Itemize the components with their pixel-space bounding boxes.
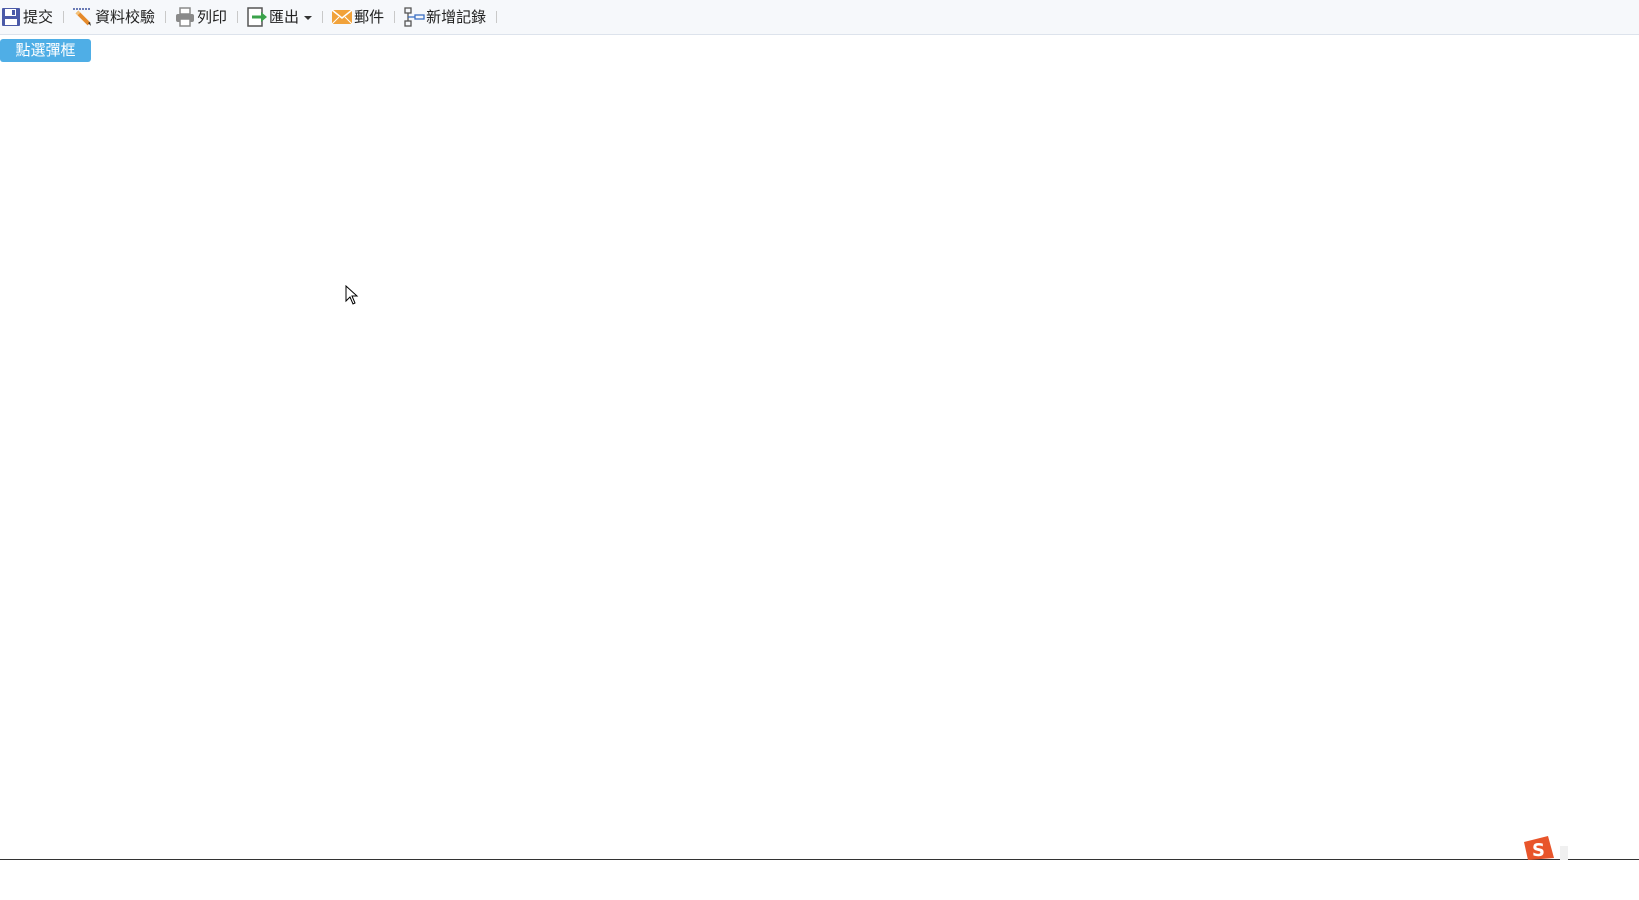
export-dropdown-button[interactable]: 匯出 xyxy=(246,4,314,30)
toolbar-divider xyxy=(165,11,167,23)
validate-label: 資料校驗 xyxy=(95,8,156,26)
toolbar-divider xyxy=(237,11,239,23)
validate-button[interactable]: 資料校驗 xyxy=(72,4,157,30)
mouse-cursor-icon xyxy=(345,285,359,305)
add-record-label: 新增記錄 xyxy=(426,8,487,26)
envelope-icon xyxy=(331,6,353,28)
save-icon xyxy=(0,6,22,28)
popup-dialog-button[interactable]: 點選彈框 xyxy=(0,39,91,62)
toolbar-divider xyxy=(496,11,498,23)
printer-icon xyxy=(174,6,196,28)
toolbar: 提交 資料校驗 列印 匯出 郵件 新增記錄 xyxy=(0,0,1639,35)
submit-label: 提交 xyxy=(23,8,54,26)
export-label: 匯出 xyxy=(269,8,300,26)
print-label: 列印 xyxy=(197,8,228,26)
toolbar-divider xyxy=(394,11,396,23)
sogou-ime-icon: S xyxy=(1524,836,1568,860)
add-record-button[interactable]: 新增記錄 xyxy=(403,4,488,30)
ime-tray[interactable]: S xyxy=(1520,832,1568,860)
toolbar-divider xyxy=(63,11,65,23)
svg-text:S: S xyxy=(1532,840,1545,860)
taskbar-edge xyxy=(0,859,1639,860)
mail-label: 郵件 xyxy=(354,8,385,26)
submit-button[interactable]: 提交 xyxy=(0,4,55,30)
chevron-down-icon xyxy=(304,16,313,20)
print-button[interactable]: 列印 xyxy=(174,4,229,30)
add-record-icon xyxy=(403,6,425,28)
validate-pencil-icon xyxy=(72,6,94,28)
export-icon xyxy=(246,6,268,28)
mail-button[interactable]: 郵件 xyxy=(331,4,386,30)
toolbar-divider xyxy=(322,11,324,23)
